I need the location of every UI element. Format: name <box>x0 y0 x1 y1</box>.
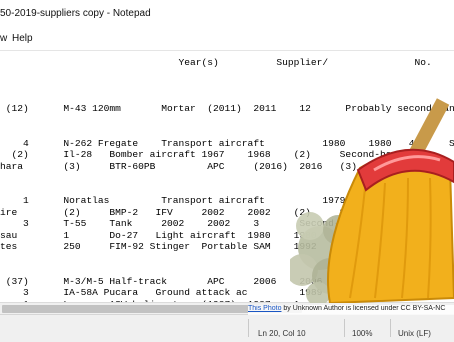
line-ending: Unix (LF) <box>398 329 431 338</box>
title-bar: 50-2019-suppliers copy - Notepad <box>0 0 454 28</box>
status-separator <box>344 319 345 337</box>
photo-credit: This Photo by Unknown Author is licensed… <box>248 305 454 315</box>
menu-help[interactable]: Help <box>12 33 33 44</box>
photo-credit-text: by Unknown Author is licensed under CC B… <box>281 305 446 312</box>
photo-credit-link[interactable]: This Photo <box>248 305 281 312</box>
cursor-position: Ln 20, Col 10 <box>258 329 306 338</box>
zoom-level: 100% <box>352 329 373 338</box>
status-bar: Ln 20, Col 10 100% Unix (LF) <box>0 314 454 342</box>
broom-icon <box>290 98 454 303</box>
window-title: 50-2019-suppliers copy - Notepad <box>0 8 151 19</box>
menu-view[interactable]: w <box>0 33 7 44</box>
menu-bar: w Help <box>0 28 454 50</box>
status-separator <box>390 319 391 337</box>
status-separator <box>248 319 249 337</box>
